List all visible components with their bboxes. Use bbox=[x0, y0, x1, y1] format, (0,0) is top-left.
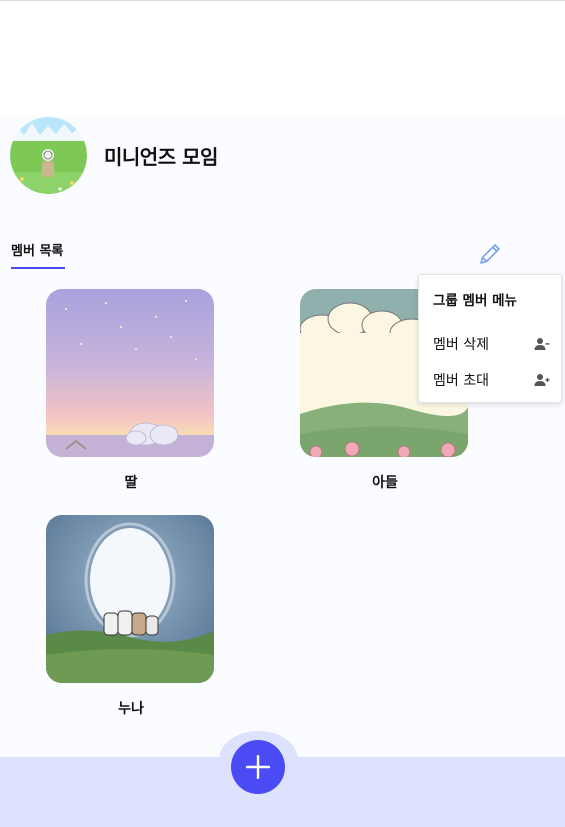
member-card[interactable]: 딸 bbox=[46, 289, 216, 492]
member-name: 아들 bbox=[372, 475, 398, 491]
person-add-icon bbox=[534, 374, 550, 386]
menu-title: 그룹 멤버 메뉴 bbox=[433, 293, 517, 309]
tab-member-list[interactable]: 멤버 목록 bbox=[11, 240, 63, 259]
top-spacer bbox=[0, 1, 565, 116]
pencil-icon bbox=[480, 244, 500, 264]
menu-item-label: 멤버 삭제 bbox=[433, 337, 489, 353]
edit-button[interactable] bbox=[474, 238, 506, 270]
group-member-menu: 그룹 멤버 메뉴 멤버 삭제 멤버 초대 bbox=[418, 274, 562, 403]
remove-member-item[interactable]: 멤버 삭제 bbox=[419, 330, 563, 358]
group-name: 미니언즈 모임 bbox=[104, 144, 218, 169]
member-name: 누나 bbox=[118, 701, 144, 717]
group-header: 미니언즈 모임 bbox=[10, 116, 218, 194]
member-name: 딸 bbox=[124, 475, 138, 491]
menu-item-label: 멤버 초대 bbox=[433, 373, 489, 389]
member-card[interactable]: 누나 bbox=[46, 515, 216, 718]
member-photo bbox=[46, 289, 214, 457]
tab-active-indicator bbox=[11, 267, 65, 269]
group-avatar bbox=[10, 116, 87, 194]
member-photo bbox=[46, 515, 214, 683]
person-remove-icon bbox=[534, 338, 550, 350]
invite-member-item[interactable]: 멤버 초대 bbox=[419, 366, 563, 394]
add-button[interactable] bbox=[231, 740, 285, 794]
plus-icon bbox=[246, 755, 270, 779]
